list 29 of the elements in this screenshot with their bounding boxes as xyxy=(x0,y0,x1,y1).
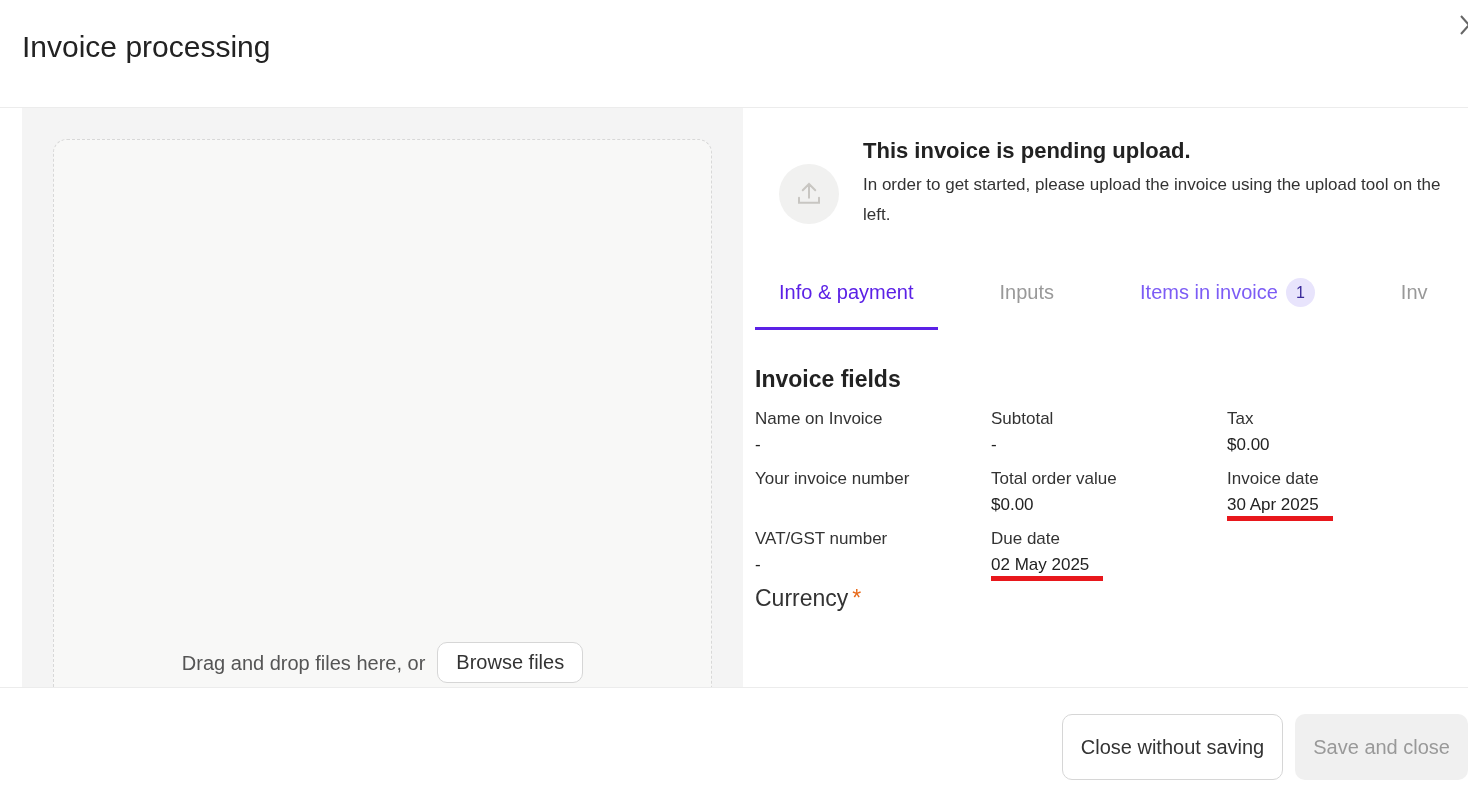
field-label: Invoice date xyxy=(1227,469,1320,489)
dropzone-text: Drag and drop files here, or xyxy=(181,652,426,675)
footer-button[interactable]: Close without saving xyxy=(1061,714,1284,780)
field-value: 02 May 2025 xyxy=(991,555,1090,575)
field-label: Total order value xyxy=(991,469,1118,489)
required-mark: * xyxy=(852,585,862,611)
tab[interactable]: Info & payment xyxy=(755,264,938,330)
field-value: - xyxy=(755,555,761,575)
count-badge: 1 xyxy=(1285,278,1315,307)
field-value: - xyxy=(755,435,761,455)
field-value: 30 Apr 2025 xyxy=(1227,495,1319,515)
window-title: Invoice processing xyxy=(22,30,271,64)
tab[interactable]: Items in invoice 1 xyxy=(1116,264,1339,330)
field-label: VAT/GST number xyxy=(755,529,889,549)
section-title: Invoice fields xyxy=(755,366,902,393)
field-label: Name on Invoice xyxy=(755,409,884,429)
currency-label: Currency * xyxy=(755,585,863,612)
field-label: Subtotal xyxy=(991,409,1055,429)
field-label: Your invoice number xyxy=(755,469,911,489)
field-value: $0.00 xyxy=(1227,435,1270,455)
close-icon[interactable] xyxy=(1460,14,1468,36)
field-label: Due date xyxy=(991,529,1061,549)
notice-text: In order to get started, please upload the invoice using the upload tool on the left. xyxy=(863,174,1442,226)
browse-files-button[interactable]: Browse files xyxy=(437,642,584,683)
dropzone[interactable]: Drag and drop files here, or Browse files xyxy=(53,139,712,687)
field-value: $0.00 xyxy=(991,495,1034,515)
field-label: Tax xyxy=(1227,409,1255,429)
notice-title: This invoice is pending upload. xyxy=(863,138,1192,164)
field-value: - xyxy=(991,435,997,455)
